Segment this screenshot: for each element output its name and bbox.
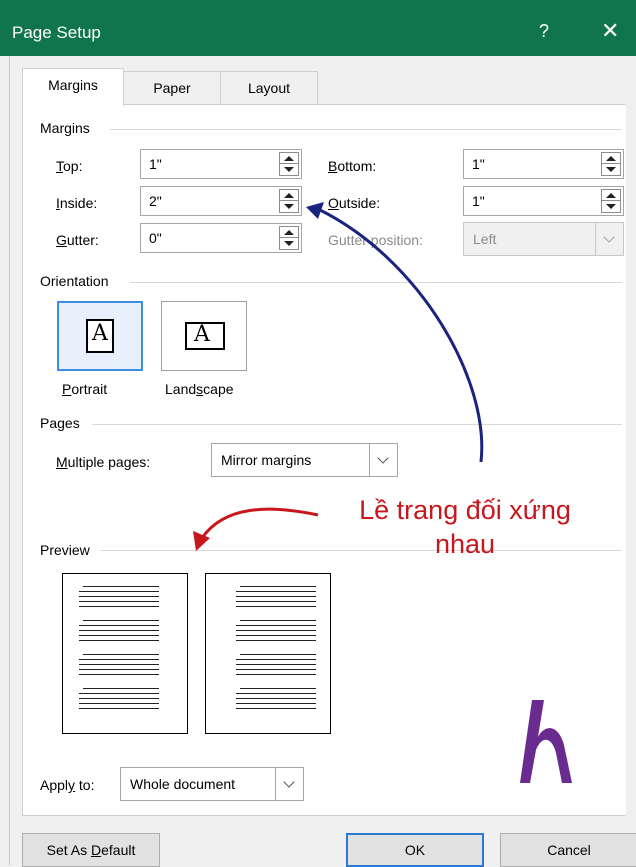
red-arrow (200, 507, 319, 539)
red-arrow-head-icon (193, 531, 210, 551)
apply-to-label: Apply to: (40, 777, 95, 793)
apply-to-select[interactable]: Whole document (120, 767, 304, 801)
set-as-default-button[interactable]: Set As Default (22, 833, 160, 867)
ok-button[interactable]: OK (346, 833, 484, 867)
h-logo-icon (520, 700, 572, 783)
tab-margins[interactable]: Margins (22, 68, 124, 106)
tab-label: Margins (48, 77, 98, 93)
apply-to-value[interactable]: Whole document (130, 776, 235, 792)
chevron-down-icon[interactable] (275, 768, 303, 800)
blue-arrow (319, 208, 484, 463)
cancel-button[interactable]: Cancel (500, 833, 636, 867)
